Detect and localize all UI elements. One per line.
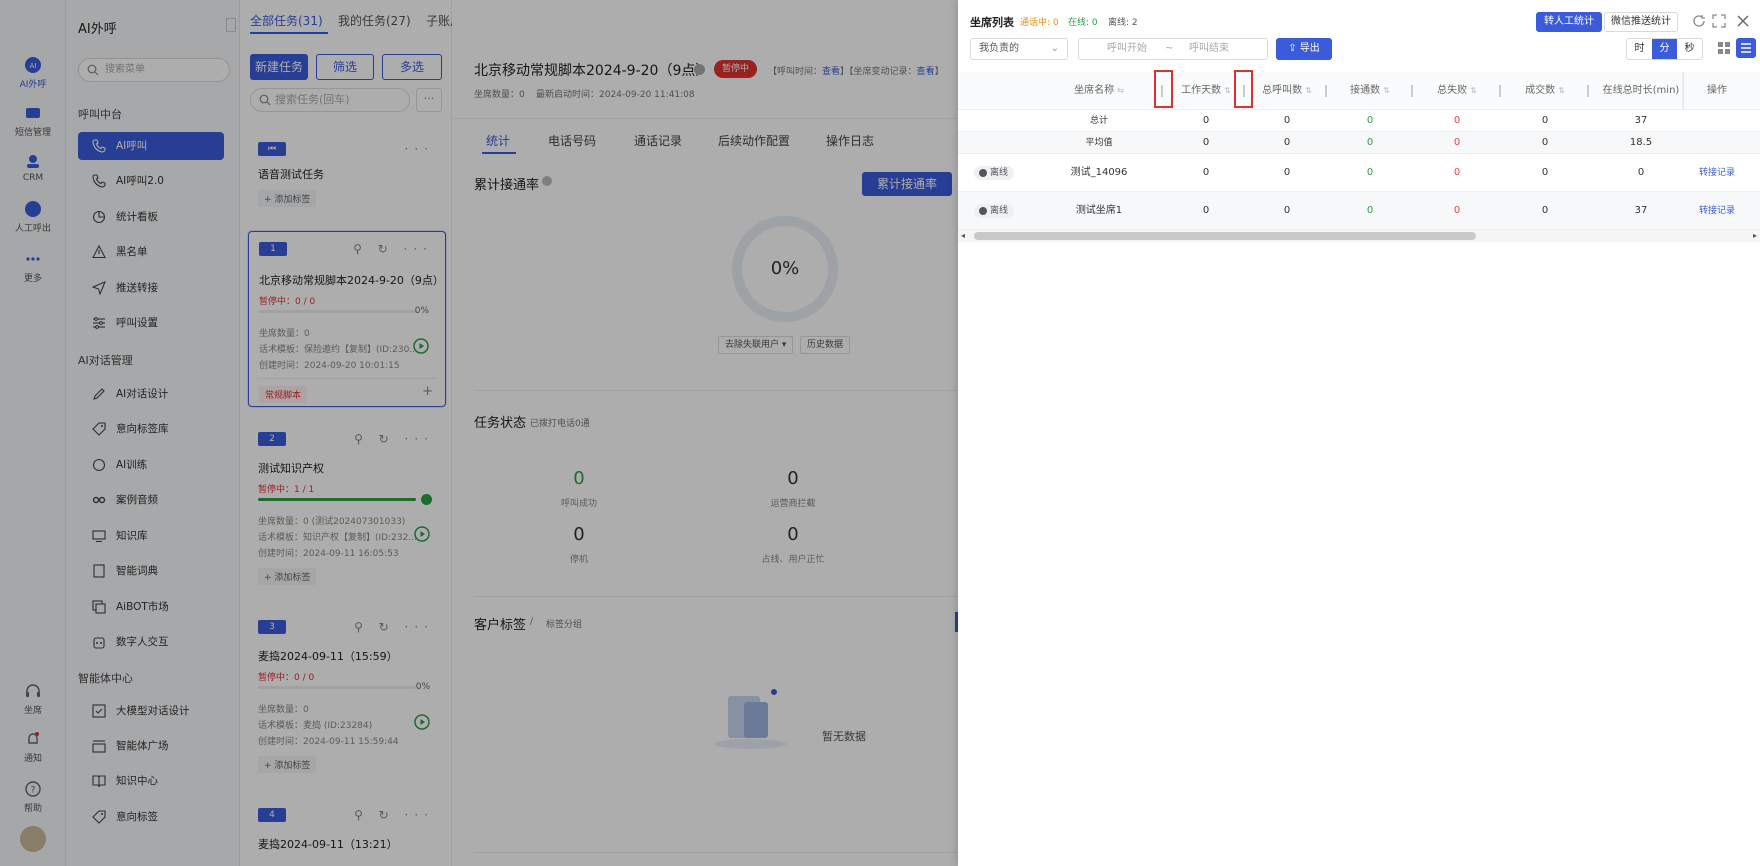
unit-hour[interactable]: 时 [1627, 39, 1652, 59]
call-time-range[interactable]: 呼叫开始 ~ 呼叫结束 [1078, 38, 1268, 60]
sort-icon[interactable]: ⇅ [1558, 86, 1565, 95]
grid-view-icon[interactable] [1716, 40, 1732, 56]
unit-second[interactable]: 秒 [1677, 39, 1702, 59]
online-count: 在线: 0 [1068, 18, 1098, 28]
scroll-right-arrow-icon[interactable]: ▸ [1753, 231, 1757, 240]
horizontal-scrollbar[interactable]: ◂ ▸ [958, 230, 1760, 242]
list-view-icon[interactable] [1736, 38, 1756, 58]
table-row: 离线 测试_14096 0 0 0 0 0 0 转接记录 [958, 154, 1760, 192]
drawer-title: 坐席列表 [970, 16, 1014, 29]
table-row-total: 总计 0 0 0 0 0 37 [958, 110, 1760, 132]
refresh-icon[interactable] [1692, 14, 1706, 28]
highlight-box [1154, 70, 1173, 108]
sort-icon[interactable]: ⇅ [1383, 86, 1390, 95]
status-badge: 离线 [974, 166, 1015, 180]
table-header: 坐席名称 ⇆ 工作天数 ⇅ 总呼叫数 ⇅ 接通数 ⇅ 总失败 ⇅ 成交数 ⇅ 在线总时长(m… [958, 72, 1760, 232]
modal-mask[interactable] [0, 0, 958, 866]
export-button[interactable]: ⇪ 导出 [1276, 38, 1332, 60]
col-online-duration[interactable]: 在线总时长(min) [1594, 72, 1688, 110]
col-deals[interactable]: 成交数 ⇅ [1504, 72, 1586, 110]
column-resize-handle[interactable] [1499, 85, 1501, 97]
transfer-record-link[interactable]: 转接记录 [1684, 192, 1750, 230]
offline-count: 离线: 2 [1108, 18, 1138, 28]
owner-select[interactable]: 我负责的 ⌄ [970, 38, 1068, 60]
swap-icon[interactable]: ⇆ [1117, 86, 1124, 95]
col-seat-name[interactable]: 坐席名称 ⇆ [1058, 72, 1140, 110]
upload-icon: ⇪ [1288, 43, 1300, 54]
scrollbar-thumb[interactable] [974, 232, 1476, 240]
col-total-calls[interactable]: 总呼叫数 ⇅ [1248, 72, 1326, 110]
unit-minute[interactable]: 分 [1652, 39, 1677, 59]
time-unit-switch[interactable]: 时 分 秒 [1626, 38, 1703, 60]
scroll-left-arrow-icon[interactable]: ◂ [961, 231, 965, 240]
transfer-record-link[interactable]: 转接记录 [1684, 154, 1750, 192]
wechat-push-stats-button[interactable]: 微信推送统计 [1604, 12, 1678, 32]
close-icon[interactable] [1736, 14, 1750, 28]
highlight-box [1234, 70, 1253, 108]
chevron-down-icon: ⌄ [1050, 43, 1059, 54]
col-action: 操作 [1707, 85, 1727, 96]
fullscreen-icon[interactable] [1712, 14, 1726, 28]
sort-icon[interactable]: ⇅ [1305, 86, 1312, 95]
sort-icon[interactable]: ⇅ [1470, 86, 1477, 95]
col-work-days[interactable]: 工作天数 ⇅ [1168, 72, 1244, 110]
column-resize-handle[interactable] [1411, 85, 1413, 97]
col-connected[interactable]: 接通数 ⇅ [1330, 72, 1410, 110]
col-total-failed[interactable]: 总失败 ⇅ [1416, 72, 1498, 110]
status-badge: 离线 [974, 204, 1015, 218]
table-row-average: 平均值 0 0 0 0 0 18.5 [958, 132, 1760, 154]
column-resize-handle[interactable] [1325, 85, 1327, 97]
seat-list-drawer: 坐席列表 通话中: 0 在线: 0 离线: 2 转人工统计 微信推送统计 我负责… [958, 0, 1760, 866]
column-resize-handle[interactable] [1587, 85, 1589, 97]
calling-count: 通话中: 0 [1020, 18, 1059, 28]
sort-icon[interactable]: ⇅ [1224, 86, 1231, 95]
manual-transfer-stats-button[interactable]: 转人工统计 [1536, 12, 1602, 32]
table-row: 离线 测试坐席1 0 0 0 0 0 37 转接记录 [958, 192, 1760, 230]
